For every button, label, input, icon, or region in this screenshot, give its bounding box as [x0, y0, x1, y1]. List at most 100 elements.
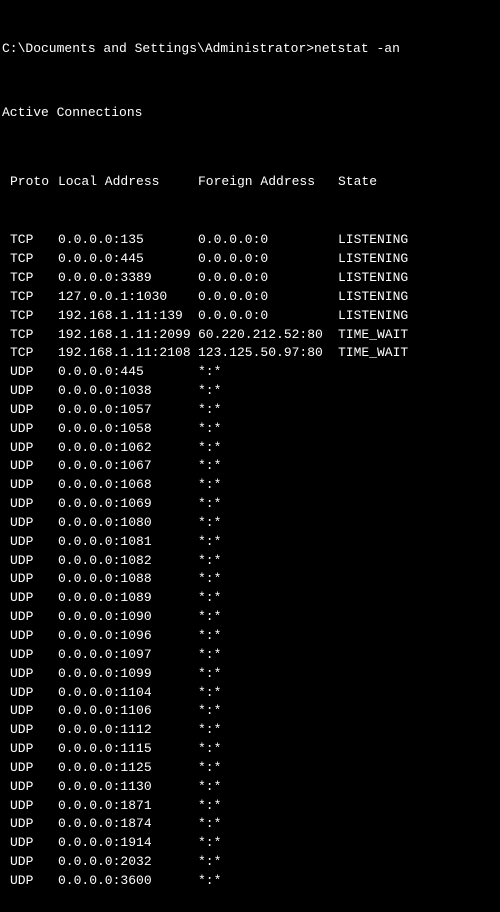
- cell-local: 0.0.0.0:1914: [58, 834, 198, 853]
- cell-local: 0.0.0.0:1069: [58, 495, 198, 514]
- cell-proto: TCP: [2, 231, 58, 250]
- table-row: UDP0.0.0.0:1090*:*: [2, 608, 498, 627]
- cell-local: 192.168.1.11:139: [58, 307, 198, 326]
- cell-state: LISTENING: [338, 250, 498, 269]
- cell-foreign: *:*: [198, 589, 338, 608]
- table-row: UDP0.0.0.0:1088*:*: [2, 570, 498, 589]
- cell-state: [338, 740, 498, 759]
- cell-state: [338, 570, 498, 589]
- cell-state: [338, 608, 498, 627]
- cell-foreign: *:*: [198, 684, 338, 703]
- cell-local: 0.0.0.0:1088: [58, 570, 198, 589]
- cell-local: 0.0.0.0:1125: [58, 759, 198, 778]
- cell-foreign: *:*: [198, 815, 338, 834]
- cell-state: [338, 702, 498, 721]
- terminal-output[interactable]: C:\Documents and Settings\Administrator>…: [0, 0, 500, 912]
- table-row: UDP0.0.0.0:1062*:*: [2, 439, 498, 458]
- table-row: UDP0.0.0.0:3600*:*: [2, 872, 498, 891]
- cell-foreign: *:*: [198, 457, 338, 476]
- table-row: UDP0.0.0.0:1130*:*: [2, 778, 498, 797]
- cell-local: 0.0.0.0:445: [58, 363, 198, 382]
- cell-state: [338, 665, 498, 684]
- cell-foreign: *:*: [198, 476, 338, 495]
- col-foreign: Foreign Address: [198, 173, 338, 192]
- cell-local: 0.0.0.0:1871: [58, 797, 198, 816]
- cell-local: 0.0.0.0:1057: [58, 401, 198, 420]
- table-row: UDP0.0.0.0:1104*:*: [2, 684, 498, 703]
- cell-proto: UDP: [2, 363, 58, 382]
- cell-state: [338, 495, 498, 514]
- cell-state: [338, 420, 498, 439]
- cell-proto: TCP: [2, 344, 58, 363]
- cell-local: 0.0.0.0:1099: [58, 665, 198, 684]
- cell-foreign: 0.0.0.0:0: [198, 307, 338, 326]
- cell-proto: UDP: [2, 834, 58, 853]
- cell-state: [338, 834, 498, 853]
- cell-proto: UDP: [2, 570, 58, 589]
- cell-state: [338, 457, 498, 476]
- cell-foreign: *:*: [198, 665, 338, 684]
- cell-local: 0.0.0.0:1106: [58, 702, 198, 721]
- cell-state: [338, 684, 498, 703]
- table-row: UDP0.0.0.0:1089*:*: [2, 589, 498, 608]
- table-row: TCP0.0.0.0:1350.0.0.0:0LISTENING: [2, 231, 498, 250]
- cell-foreign: *:*: [198, 627, 338, 646]
- cell-local: 0.0.0.0:1874: [58, 815, 198, 834]
- cell-proto: UDP: [2, 646, 58, 665]
- cell-foreign: *:*: [198, 495, 338, 514]
- cell-state: [338, 797, 498, 816]
- cell-proto: UDP: [2, 495, 58, 514]
- table-row: UDP0.0.0.0:445*:*: [2, 363, 498, 382]
- cell-proto: UDP: [2, 401, 58, 420]
- cell-state: TIME_WAIT: [338, 344, 498, 363]
- cell-state: [338, 363, 498, 382]
- cell-local: 0.0.0.0:1081: [58, 533, 198, 552]
- cell-foreign: 0.0.0.0:0: [198, 231, 338, 250]
- table-row: UDP0.0.0.0:1067*:*: [2, 457, 498, 476]
- table-row: TCP192.168.1.11:2108123.125.50.97:80TIME…: [2, 344, 498, 363]
- cell-foreign: *:*: [198, 439, 338, 458]
- cell-foreign: 0.0.0.0:0: [198, 288, 338, 307]
- cell-state: [338, 589, 498, 608]
- table-row: UDP0.0.0.0:1081*:*: [2, 533, 498, 552]
- table-row: UDP0.0.0.0:1068*:*: [2, 476, 498, 495]
- cell-foreign: 0.0.0.0:0: [198, 269, 338, 288]
- cell-foreign: *:*: [198, 853, 338, 872]
- cell-proto: UDP: [2, 476, 58, 495]
- cell-state: [338, 721, 498, 740]
- table-row: TCP192.168.1.11:209960.220.212.52:80TIME…: [2, 326, 498, 345]
- cell-state: [338, 646, 498, 665]
- cell-proto: TCP: [2, 250, 58, 269]
- cell-local: 0.0.0.0:1090: [58, 608, 198, 627]
- cell-foreign: *:*: [198, 778, 338, 797]
- rows-container: TCP0.0.0.0:1350.0.0.0:0LISTENINGTCP0.0.0…: [2, 231, 498, 891]
- column-headers: Proto Local Address Foreign Address Stat…: [2, 173, 498, 192]
- cell-state: LISTENING: [338, 307, 498, 326]
- table-row: UDP0.0.0.0:2032*:*: [2, 853, 498, 872]
- cell-local: 0.0.0.0:1067: [58, 457, 198, 476]
- cell-foreign: 0.0.0.0:0: [198, 250, 338, 269]
- cell-local: 0.0.0.0:1068: [58, 476, 198, 495]
- cell-state: [338, 439, 498, 458]
- cell-foreign: *:*: [198, 608, 338, 627]
- cell-foreign: *:*: [198, 420, 338, 439]
- cell-state: LISTENING: [338, 288, 498, 307]
- cell-proto: UDP: [2, 815, 58, 834]
- cell-local: 0.0.0.0:1104: [58, 684, 198, 703]
- cell-foreign: *:*: [198, 740, 338, 759]
- table-row: TCP0.0.0.0:4450.0.0.0:0LISTENING: [2, 250, 498, 269]
- cell-foreign: *:*: [198, 570, 338, 589]
- table-row: UDP0.0.0.0:1097*:*: [2, 646, 498, 665]
- cell-proto: UDP: [2, 702, 58, 721]
- cell-proto: UDP: [2, 514, 58, 533]
- cell-proto: UDP: [2, 872, 58, 891]
- cell-local: 0.0.0.0:3600: [58, 872, 198, 891]
- cell-state: [338, 533, 498, 552]
- cell-local: 0.0.0.0:1080: [58, 514, 198, 533]
- cell-proto: UDP: [2, 721, 58, 740]
- cell-proto: UDP: [2, 740, 58, 759]
- cell-state: [338, 514, 498, 533]
- cell-local: 0.0.0.0:445: [58, 250, 198, 269]
- cell-local: 0.0.0.0:1062: [58, 439, 198, 458]
- cell-foreign: *:*: [198, 382, 338, 401]
